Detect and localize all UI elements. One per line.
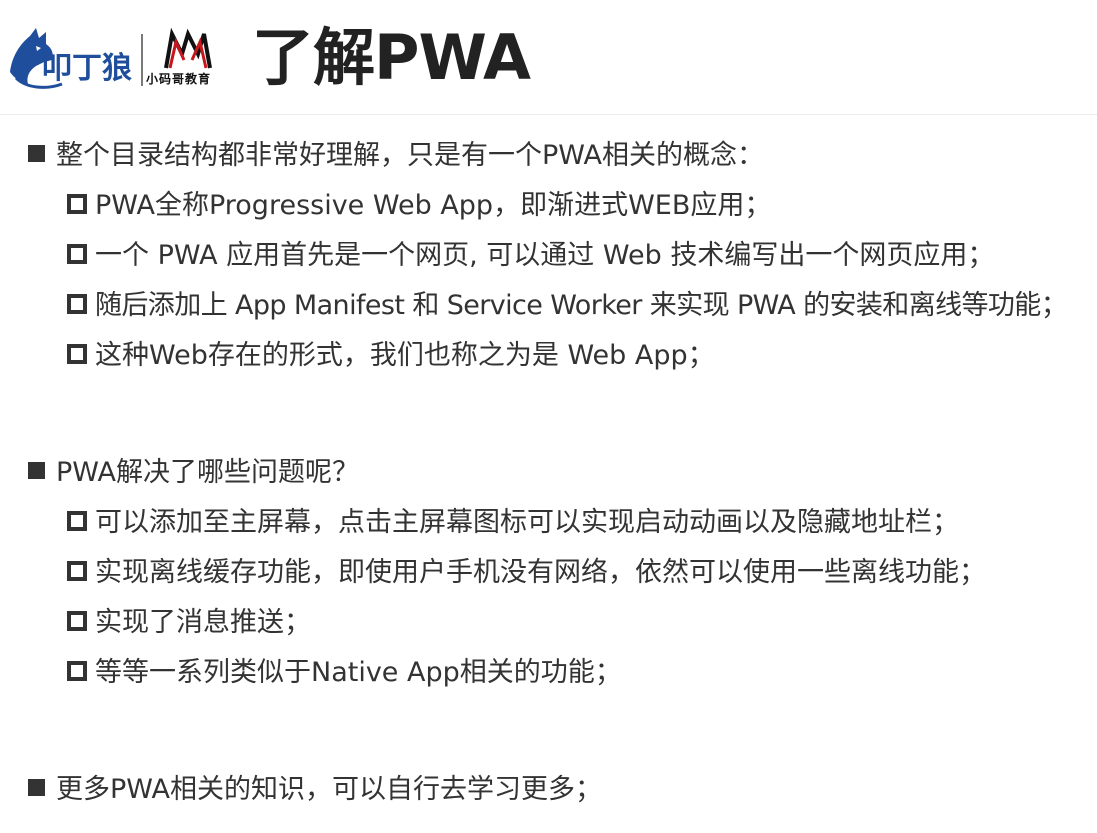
- hollow-square-bullet-icon: [67, 343, 87, 364]
- section-heading-text: 更多PWA相关的知识，可以自行去学习更多；: [56, 774, 602, 805]
- section-heading: PWA解决了哪些问题呢？: [28, 456, 359, 490]
- hollow-square-bullet-icon: [67, 560, 87, 581]
- section-heading: 更多PWA相关的知识，可以自行去学习更多；: [28, 773, 602, 807]
- list-item-text: PWA全称Progressive Web App，即渐进式WEB应用；: [95, 190, 772, 221]
- section-heading-text: PWA解决了哪些问题呢？: [56, 457, 359, 488]
- square-bullet-icon: [28, 462, 45, 479]
- hollow-square-bullet-icon: [67, 510, 87, 531]
- list-item: 等等一系列类似于Native App相关的功能；: [67, 656, 622, 690]
- list-item: 随后添加上 App Manifest 和 Service Worker 来实现 …: [67, 289, 1068, 323]
- logo-partner-caption: 小码哥教育: [146, 72, 212, 86]
- list-item-text: 可以添加至主屏幕，点击主屏幕图标可以实现启动动画以及隐藏地址栏；: [95, 507, 959, 538]
- logo-brand-text: 叩丁狼: [42, 51, 132, 86]
- list-item: 实现离线缓存功能，即使用户手机没有网络，依然可以使用一些离线功能；: [67, 556, 986, 590]
- hollow-square-bullet-icon: [67, 293, 87, 314]
- square-bullet-icon: [28, 145, 45, 162]
- list-item: 一个 PWA 应用首先是一个网页, 可以通过 Web 技术编写出一个网页应用；: [67, 239, 994, 273]
- hollow-square-bullet-icon: [67, 610, 87, 631]
- list-item-text: 等等一系列类似于Native App相关的功能；: [95, 657, 622, 688]
- slide: 叩丁狼 小码哥教育 了解PWA 整个目录结构都非常好理解，只是有一个PWA相关的…: [0, 0, 1097, 833]
- list-item: PWA全称Progressive Web App，即渐进式WEB应用；: [67, 189, 771, 223]
- hollow-square-bullet-icon: [67, 243, 87, 264]
- list-item-text: 实现离线缓存功能，即使用户手机没有网络，依然可以使用一些离线功能；: [95, 557, 986, 588]
- list-item-text: 一个 PWA 应用首先是一个网页, 可以通过 Web 技术编写出一个网页应用；: [95, 240, 995, 271]
- page-title: 了解PWA: [252, 21, 531, 94]
- header-divider: [0, 114, 1097, 115]
- list-item: 可以添加至主屏幕，点击主屏幕图标可以实现启动动画以及隐藏地址栏；: [67, 506, 959, 540]
- list-item: 实现了消息推送；: [67, 606, 311, 640]
- hollow-square-bullet-icon: [67, 193, 87, 214]
- section-heading: 整个目录结构都非常好理解，只是有一个PWA相关的概念：: [28, 139, 764, 173]
- logo-divider: [141, 34, 143, 86]
- section-heading-text: 整个目录结构都非常好理解，只是有一个PWA相关的概念：: [56, 140, 764, 171]
- list-item: 这种Web存在的形式，我们也称之为是 Web App；: [67, 339, 715, 373]
- list-item-text: 这种Web存在的形式，我们也称之为是 Web App；: [95, 340, 715, 371]
- list-item-text: 随后添加上 App Manifest 和 Service Worker 来实现 …: [95, 290, 1068, 321]
- square-bullet-icon: [28, 779, 45, 796]
- list-item-text: 实现了消息推送；: [95, 607, 311, 638]
- wolf-logo-icon: 叩丁狼: [10, 28, 132, 89]
- hollow-square-bullet-icon: [67, 660, 87, 681]
- slide-header: 叩丁狼 小码哥教育 了解PWA: [0, 0, 1097, 115]
